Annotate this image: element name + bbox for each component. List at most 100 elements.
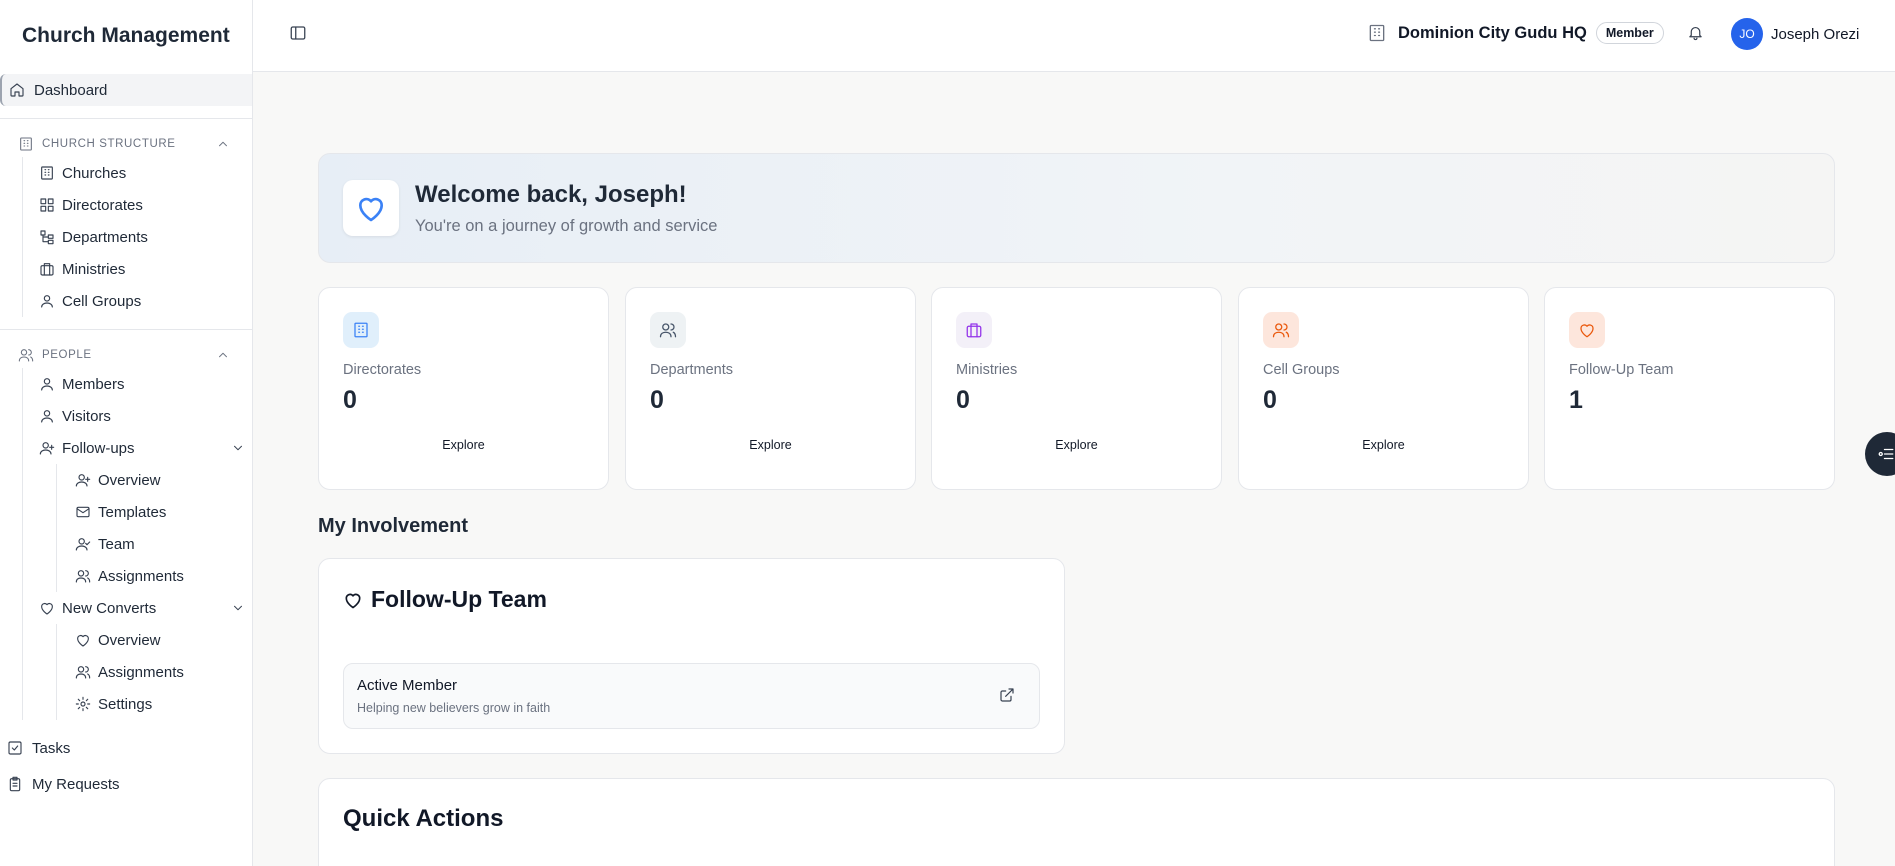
member-description: Helping new believers grow in faith bbox=[357, 701, 551, 715]
sidebar-item-members[interactable]: Members bbox=[39, 368, 252, 400]
list-settings-icon bbox=[1878, 448, 1894, 460]
sidebar-item-converts-assignments[interactable]: Assignments bbox=[75, 656, 252, 688]
involvement-header: Follow-Up Team bbox=[343, 586, 547, 613]
sidebar-item-label: My Requests bbox=[32, 775, 120, 793]
sidebar-item-departments[interactable]: Departments bbox=[39, 221, 252, 253]
welcome-icon-box bbox=[343, 180, 399, 236]
sidebar-item-label: Ministries bbox=[62, 260, 126, 278]
stat-card: Cell Groups 0 Explore bbox=[1238, 287, 1529, 490]
sidebar-item-label: Churches bbox=[62, 164, 127, 182]
stat-label: Directorates bbox=[343, 362, 422, 378]
sidebar-item-label: Settings bbox=[98, 695, 153, 713]
user-icon bbox=[41, 410, 53, 423]
sidebar-item-new-converts[interactable]: New Converts bbox=[39, 592, 252, 624]
explore-button[interactable]: Explore bbox=[1239, 438, 1528, 452]
sidebar-item-label: Directorates bbox=[62, 196, 143, 214]
user-plus-icon bbox=[75, 474, 91, 487]
stat-value: 0 bbox=[343, 386, 357, 414]
users-icon bbox=[659, 323, 677, 338]
explore-button[interactable]: Explore bbox=[932, 438, 1221, 452]
sidebar-item-label: Members bbox=[62, 375, 125, 393]
users-icon bbox=[75, 666, 91, 679]
floating-action-button[interactable] bbox=[1865, 432, 1895, 476]
chevron-down-icon[interactable] bbox=[231, 441, 245, 455]
sidebar-item-team[interactable]: Team bbox=[75, 528, 252, 560]
checkbox-icon bbox=[8, 741, 22, 755]
chevron-up-icon[interactable] bbox=[216, 348, 230, 362]
section-heading: PEOPLE bbox=[42, 349, 92, 361]
sidebar-item-label: New Converts bbox=[62, 599, 157, 617]
chevron-up-icon[interactable] bbox=[216, 137, 230, 151]
heart-icon bbox=[77, 634, 89, 647]
welcome-subtitle: You're on a journey of growth and servic… bbox=[415, 217, 718, 235]
clipboard-icon bbox=[9, 776, 21, 792]
sidebar-item-follow-ups[interactable]: Follow-ups bbox=[39, 432, 252, 464]
section-title: My Involvement bbox=[318, 515, 469, 537]
heart-icon bbox=[359, 197, 383, 222]
welcome-banner: Welcome back, Joseph! You're on a journe… bbox=[318, 153, 1835, 263]
explore-button[interactable]: Explore bbox=[626, 438, 915, 452]
external-link-icon bbox=[1000, 688, 1014, 702]
stat-value: 1 bbox=[1569, 386, 1583, 414]
involvement-card: Follow-Up Team Active Member Helping new… bbox=[318, 558, 1065, 754]
top-header: Dominion City Gudu HQ Member JO Joseph O… bbox=[253, 0, 1895, 72]
quick-actions-title: Quick Actions bbox=[343, 805, 504, 832]
sidebar-toggle-button[interactable] bbox=[289, 24, 309, 44]
avatar: JO bbox=[1731, 18, 1763, 50]
building-icon bbox=[354, 322, 368, 338]
sidebar-item-directorates[interactable]: Directorates bbox=[39, 189, 252, 221]
stat-card: Directorates 0 Explore bbox=[318, 287, 609, 490]
role-badge: Member bbox=[1595, 22, 1664, 44]
section-church-structure[interactable]: CHURCH STRUCTURE bbox=[0, 131, 252, 157]
section-people[interactable]: PEOPLE bbox=[0, 342, 252, 368]
user-menu[interactable]: JO Joseph Orezi bbox=[1731, 18, 1859, 50]
quick-actions-card: Quick Actions bbox=[318, 778, 1835, 866]
sidebar-item-tasks[interactable]: Tasks bbox=[0, 730, 252, 766]
sidebar-item-followups-assignments[interactable]: Assignments bbox=[75, 560, 252, 592]
stat-label: Ministries bbox=[956, 362, 1018, 378]
heart-icon bbox=[1580, 324, 1594, 338]
stat-card: Follow-Up Team 1 bbox=[1544, 287, 1835, 490]
sidebar-item-label: Overview bbox=[98, 471, 161, 489]
stat-icon-box bbox=[1569, 312, 1605, 348]
user-icon bbox=[41, 378, 53, 391]
sidebar-item-converts-settings[interactable]: Settings bbox=[75, 688, 252, 720]
sidebar-item-followups-overview[interactable]: Overview bbox=[75, 464, 252, 496]
users-icon bbox=[1272, 323, 1290, 338]
stat-label: Departments bbox=[650, 362, 734, 378]
sidebar-item-churches[interactable]: Churches bbox=[39, 157, 252, 189]
sidebar-item-label: Overview bbox=[98, 631, 161, 649]
heart-icon bbox=[41, 602, 53, 615]
church-structure-list: Churches Directorates Departments Minist… bbox=[22, 157, 252, 317]
users-icon bbox=[75, 570, 91, 583]
membership-item[interactable]: Active Member Helping new believers grow… bbox=[343, 663, 1040, 729]
member-title: Active Member bbox=[357, 677, 458, 694]
panel-left-icon bbox=[290, 26, 306, 40]
sidebar-item-ministries[interactable]: Ministries bbox=[39, 253, 252, 285]
open-link-button[interactable] bbox=[999, 687, 1017, 705]
church-selector[interactable]: Dominion City Gudu HQ Member bbox=[1367, 22, 1664, 44]
stat-value: 0 bbox=[650, 386, 664, 414]
app-title: Church Management bbox=[22, 24, 230, 47]
sidebar-item-cell-groups[interactable]: Cell Groups bbox=[39, 285, 252, 317]
stat-icon-box bbox=[343, 312, 379, 348]
grid-icon bbox=[40, 198, 54, 212]
chevron-down-icon[interactable] bbox=[231, 601, 245, 615]
sidebar-item-label: Visitors bbox=[62, 407, 111, 425]
user-name: Joseph Orezi bbox=[1771, 25, 1860, 43]
section-heading: CHURCH STRUCTURE bbox=[42, 138, 176, 150]
sidebar: Church Management Dashboard CHURCH STRUC… bbox=[0, 0, 253, 866]
explore-button[interactable]: Explore bbox=[319, 438, 608, 452]
sidebar-item-my-requests[interactable]: My Requests bbox=[0, 766, 252, 802]
sidebar-item-visitors[interactable]: Visitors bbox=[39, 400, 252, 432]
gear-icon bbox=[75, 696, 91, 712]
mail-icon bbox=[76, 506, 90, 518]
notifications-button[interactable] bbox=[1687, 24, 1707, 44]
team-name: Follow-Up Team bbox=[371, 586, 547, 612]
sidebar-item-dashboard[interactable]: Dashboard bbox=[0, 74, 252, 106]
divider bbox=[0, 329, 252, 330]
new-converts-list: Overview Assignments Settings bbox=[56, 624, 252, 720]
sidebar-item-templates[interactable]: Templates bbox=[75, 496, 252, 528]
hierarchy-icon bbox=[40, 230, 54, 245]
sidebar-item-converts-overview[interactable]: Overview bbox=[75, 624, 252, 656]
